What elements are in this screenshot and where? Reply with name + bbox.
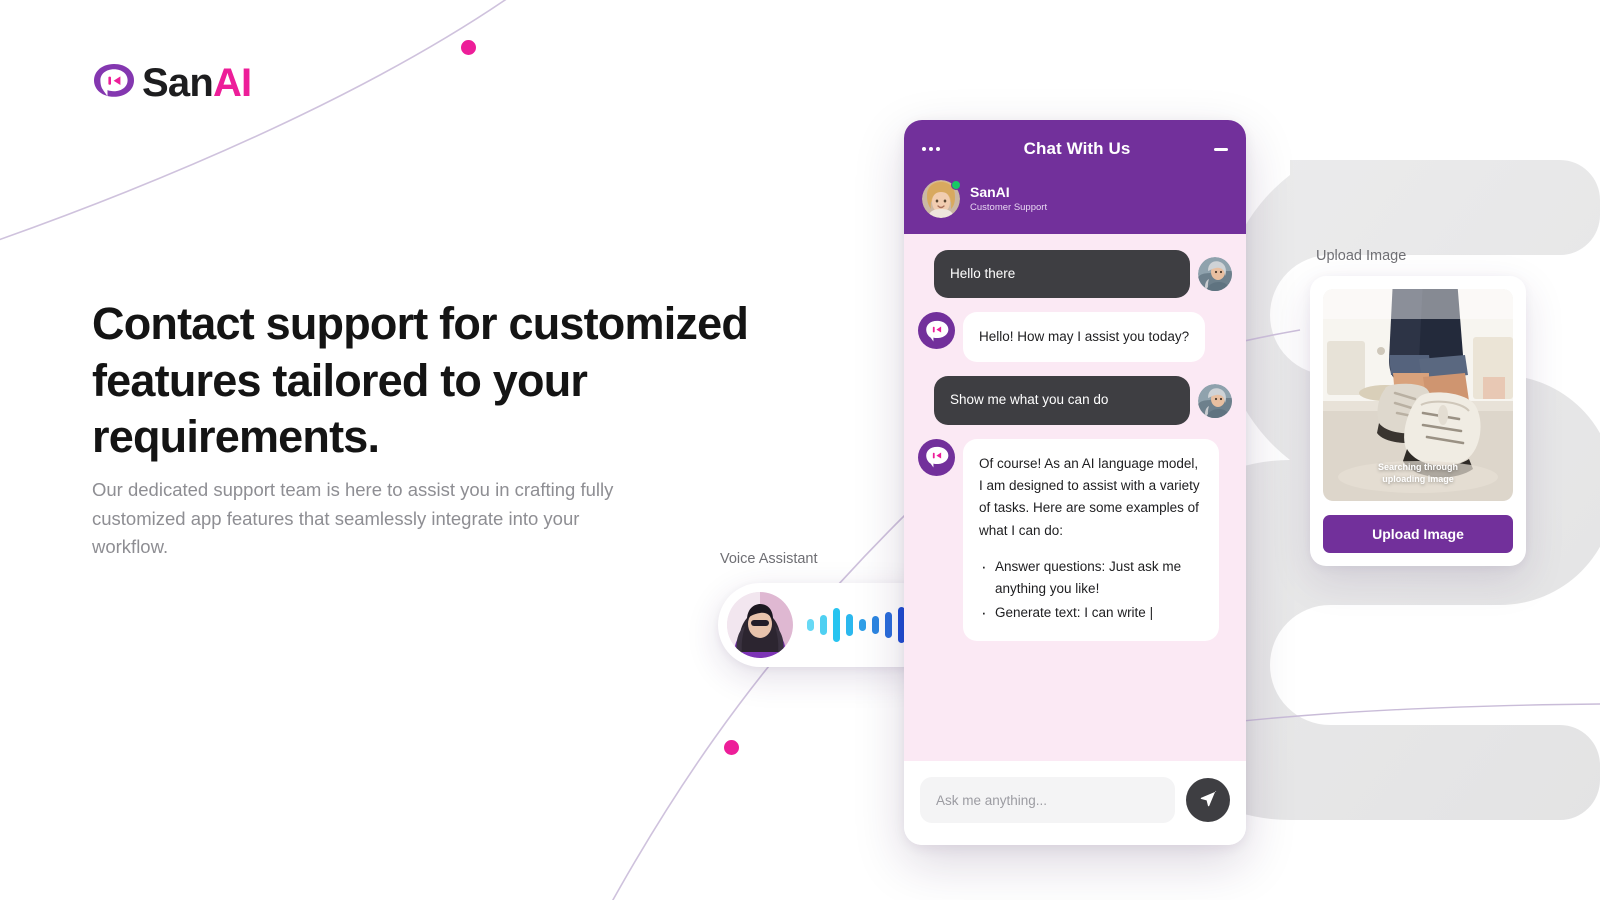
upload-image-button[interactable]: Upload Image	[1323, 515, 1513, 553]
chat-message-list[interactable]: Hello there Hello! How may I assist you …	[904, 234, 1246, 761]
chat-input-bar	[904, 761, 1246, 845]
waveform-bar	[885, 612, 892, 638]
message-bullet-item: Generate text: I can write |	[979, 599, 1203, 627]
speech-bubble-logo-icon	[92, 61, 136, 105]
message-bubble: Of course! As an AI language model, I am…	[963, 438, 1219, 641]
send-button[interactable]	[1186, 778, 1230, 822]
online-status-indicator	[951, 180, 961, 190]
brand-name-part1: San	[142, 61, 214, 105]
brand-name: SanAI	[142, 61, 252, 105]
page-title: Contact support for customized features …	[92, 298, 749, 463]
upload-image-card: Searching through uploading image Upload…	[1310, 276, 1526, 566]
brand-name-part2: AI	[212, 61, 252, 105]
uploaded-photo: Searching through uploading image	[1323, 289, 1513, 501]
user-avatar	[1198, 383, 1232, 418]
chat-message-bot: Of course! As an AI language model, I am…	[918, 438, 1232, 641]
waveform-bar	[859, 619, 866, 631]
message-bubble: Hello! How may I assist you today?	[963, 312, 1206, 363]
upload-status-line1: Searching through	[1377, 461, 1458, 472]
upload-image-label: Upload Image	[1316, 248, 1407, 264]
agent-name: SanAI	[970, 184, 1010, 201]
message-text: Hello! How may I assist you today?	[979, 329, 1190, 345]
page-root: SanAI Contact support for customized fea…	[0, 0, 1600, 900]
waveform-bar	[807, 619, 814, 631]
chat-agent-info: SanAI Customer Support	[922, 180, 1228, 218]
accent-dot-bottom	[724, 740, 739, 755]
chat-message-input[interactable]	[920, 777, 1175, 823]
voice-assistant-avatar	[727, 592, 793, 658]
chat-message-user: Hello there	[918, 250, 1232, 299]
message-text: Of course! As an AI language model, I am…	[979, 455, 1200, 538]
more-options-icon[interactable]	[922, 147, 940, 151]
upload-image-widget: Upload Image Searching through uploading…	[1310, 248, 1526, 566]
chat-header: Chat With Us SanAI Customer Support	[904, 120, 1246, 234]
chat-title: Chat With Us	[1023, 139, 1131, 158]
waveform-bar	[872, 616, 879, 634]
message-bullet-item: Answer questions: Just ask me anything y…	[979, 553, 1203, 601]
upload-status-line2: uploading image	[1382, 473, 1454, 484]
decorative-curve-top	[0, 0, 507, 241]
agent-role: Customer Support	[970, 202, 1048, 214]
agent-avatar	[922, 180, 961, 218]
accent-dot-top	[461, 40, 476, 55]
waveform-bar	[820, 615, 827, 635]
waveform-bar	[833, 608, 840, 642]
upload-status-text: Searching through uploading image	[1323, 461, 1513, 485]
brand-logo[interactable]: SanAI	[92, 61, 252, 105]
minimize-icon[interactable]	[1213, 147, 1228, 151]
page-subtitle: Our dedicated support team is here to as…	[92, 479, 614, 558]
message-bubble: Hello there	[934, 250, 1190, 299]
waveform-bar	[846, 614, 853, 636]
chat-message-user: Show me what you can do	[918, 376, 1232, 425]
user-avatar	[1198, 257, 1232, 292]
message-bubble: Show me what you can do	[934, 376, 1190, 425]
bot-avatar-icon	[918, 438, 955, 476]
message-bullet-list: Answer questions: Just ask me anything y…	[979, 553, 1203, 628]
chat-widget: Chat With Us SanAI Customer Support Hell…	[904, 120, 1246, 845]
chat-message-bot: Hello! How may I assist you today?	[918, 312, 1232, 363]
bot-avatar-icon	[918, 312, 955, 350]
send-paper-plane-icon	[1199, 789, 1218, 811]
